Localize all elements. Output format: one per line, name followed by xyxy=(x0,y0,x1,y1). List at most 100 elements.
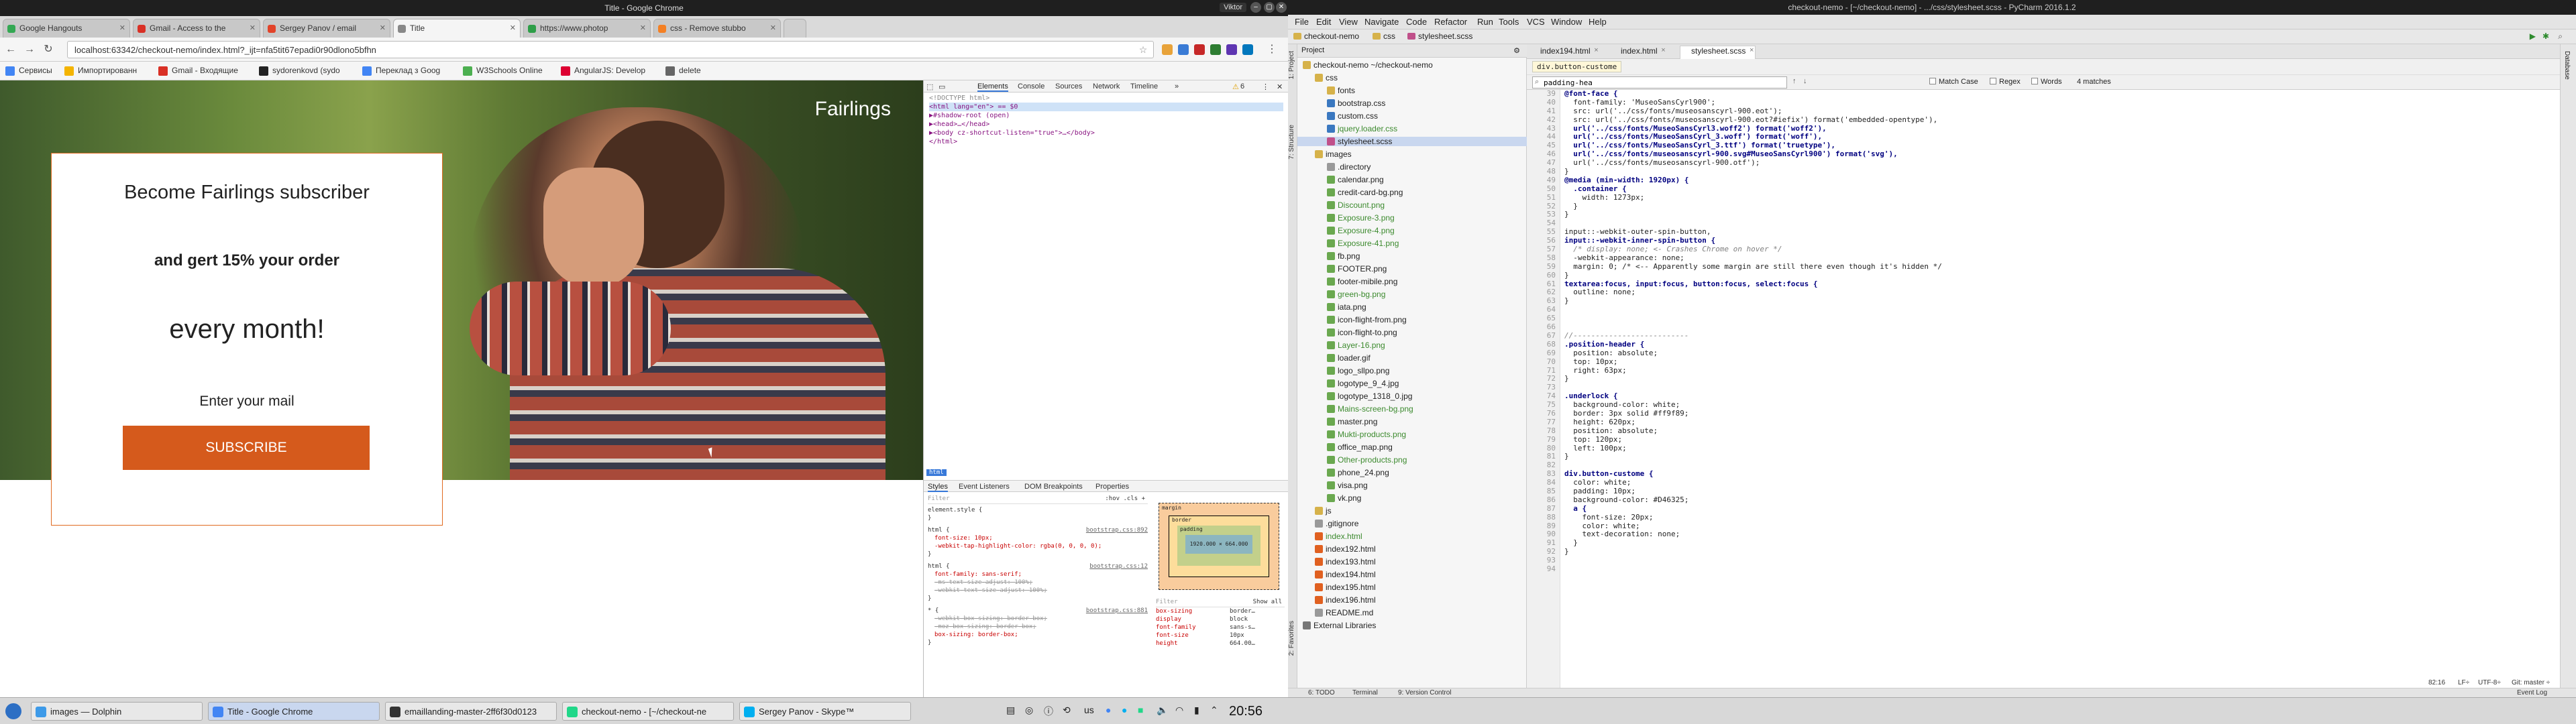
find-input[interactable] xyxy=(1532,76,1787,88)
project-tree-item[interactable]: logotype_1318_0.jpg xyxy=(1297,391,1527,401)
updates-icon[interactable]: ⟲ xyxy=(1063,705,1071,716)
bookmark-item[interactable]: Gmail - Входящие xyxy=(158,66,238,76)
event-log-tool-tab[interactable]: Event Log xyxy=(2517,689,2547,697)
keyboard-layout[interactable]: us xyxy=(1084,705,1094,715)
project-tree-item[interactable]: Other-products.png xyxy=(1297,455,1527,465)
bookmark-item[interactable]: W3Schools Online xyxy=(463,66,543,76)
taskbar-task[interactable]: emaillanding-master-2ff6f30d0123 xyxy=(385,702,557,721)
css-declaration[interactable]: box-sizing: border-box; xyxy=(928,631,1148,639)
code-line[interactable]: background-color: #D46325; xyxy=(1564,495,2557,505)
code-line[interactable]: } xyxy=(1564,452,2557,461)
project-tree-item[interactable]: green-bg.png xyxy=(1297,290,1527,299)
code-line[interactable] xyxy=(1564,565,2557,574)
extension-icon[interactable] xyxy=(1242,44,1253,55)
css-rule[interactable]: bootstrap.css:12 html {font-family: sans-… xyxy=(928,562,1148,603)
code-line[interactable]: font-family: 'MuseoSansCyrl900'; xyxy=(1564,98,2557,107)
info-icon[interactable]: ⓘ xyxy=(1044,705,1053,718)
project-tree-item[interactable]: Exposure-41.png xyxy=(1297,239,1527,248)
code-line[interactable]: } xyxy=(1564,538,2557,548)
structure-tool-tab[interactable]: 7: Structure xyxy=(1288,125,1295,160)
css-declaration[interactable]: -webkit-text-size-adjust: 100%; xyxy=(928,587,1148,595)
forward-icon[interactable]: → xyxy=(23,43,36,56)
project-tree-item[interactable]: Mains-screen-bg.png xyxy=(1297,404,1527,414)
menu-run[interactable]: Run xyxy=(1477,17,1493,27)
reload-icon[interactable]: ↻ xyxy=(42,43,55,56)
code-line[interactable]: .container { xyxy=(1564,184,2557,194)
mail-label[interactable]: Enter your mail xyxy=(52,394,442,410)
project-tree-item[interactable]: css xyxy=(1297,73,1527,82)
code-line[interactable]: padding: 10px; xyxy=(1564,487,2557,496)
project-tree-item[interactable]: stylesheet.scss xyxy=(1297,137,1527,146)
back-icon[interactable]: ← xyxy=(4,43,17,56)
project-tree-item[interactable]: office_map.png xyxy=(1297,442,1527,452)
project-tree-item[interactable]: calendar.png xyxy=(1297,175,1527,184)
breadcrumb-project[interactable]: checkout-nemo xyxy=(1293,32,1359,41)
chrome-tray-icon[interactable]: ● xyxy=(1106,705,1111,715)
search-everywhere-icon[interactable]: ⌕ xyxy=(2558,32,2563,42)
debug-icon[interactable]: ✱ xyxy=(2542,32,2549,41)
extension-icon[interactable] xyxy=(1210,44,1221,55)
code-line[interactable]: left: 100px; xyxy=(1564,444,2557,453)
code-line[interactable]: @media (min-width: 1920px) { xyxy=(1564,176,2557,185)
clock[interactable]: 20:56 xyxy=(1229,704,1263,719)
menu-file[interactable]: File xyxy=(1295,17,1309,27)
code-line[interactable] xyxy=(1564,306,2557,314)
code-line[interactable] xyxy=(1564,383,2557,392)
bookmark-item[interactable]: delete xyxy=(665,66,701,76)
project-tree-item[interactable]: Layer-16.png xyxy=(1297,341,1527,350)
css-rule[interactable]: bootstrap.css:892 html {font-size: 10px; -… xyxy=(928,526,1148,558)
code-line[interactable]: position: absolute; xyxy=(1564,426,2557,436)
taskbar-task[interactable]: images — Dolphin xyxy=(31,702,203,721)
project-tree-item[interactable]: icon-flight-to.png xyxy=(1297,328,1527,337)
computed-property[interactable]: height 664.00… xyxy=(1156,640,1285,648)
warning-icon[interactable]: ⚠ xyxy=(1232,82,1239,91)
computed-filter-input[interactable]: Filter xyxy=(1156,599,1178,605)
dom-line[interactable]: ▶<body cz-shortcut-listen="true">…</body… xyxy=(929,129,1283,137)
menu-navigate[interactable]: Navigate xyxy=(1364,17,1399,27)
code-line[interactable]: outline: none; xyxy=(1564,288,2557,297)
code-line[interactable]: height: 620px; xyxy=(1564,418,2557,427)
project-tree-item[interactable]: master.png xyxy=(1297,417,1527,426)
code-line[interactable]: background-color: white; xyxy=(1564,400,2557,410)
css-declaration[interactable]: -webkit-tap-highlight-color: rgba(0, 0, … xyxy=(928,542,1148,550)
match-case-checkbox[interactable]: Match Case xyxy=(1929,78,1978,86)
code-line[interactable]: } xyxy=(1564,547,2557,556)
browser-tab[interactable]: Sergey Panov / email ✕ xyxy=(263,19,390,38)
tab-close-icon[interactable]: ✕ xyxy=(510,23,516,32)
project-tree-item[interactable]: logo_sllpo.png xyxy=(1297,366,1527,375)
code-line[interactable]: src: url('../css/fonts/museosanscyrl-900… xyxy=(1564,115,2557,125)
address-bar[interactable]: localhost:63342/checkout-nemo/index.html… xyxy=(67,41,1154,58)
menu-help[interactable]: Help xyxy=(1589,17,1607,27)
code-line[interactable]: div.button-custome { xyxy=(1564,469,2557,479)
code-line[interactable]: color: white; xyxy=(1564,522,2557,531)
project-tree-item[interactable]: visa.png xyxy=(1297,481,1527,490)
project-tree-item[interactable]: Discount.png xyxy=(1297,200,1527,210)
tab-close-icon[interactable]: ✕ xyxy=(770,23,776,32)
tab-sources[interactable]: Sources xyxy=(1055,82,1082,90)
project-tree-item[interactable]: README.md xyxy=(1297,608,1527,617)
code-line[interactable]: width: 1273px; xyxy=(1564,193,2557,202)
menu-code[interactable]: Code xyxy=(1406,17,1427,27)
project-tree-item[interactable]: credit-card-bg.png xyxy=(1297,188,1527,197)
tab-styles[interactable]: Styles xyxy=(928,483,948,492)
code-line[interactable]: .underlock { xyxy=(1564,391,2557,401)
project-tree-item[interactable]: FOOTER.png xyxy=(1297,264,1527,274)
css-rule-source-link[interactable]: bootstrap.css:12 xyxy=(1089,562,1148,570)
profile-badge[interactable]: Viktor xyxy=(1220,3,1246,12)
dom-breadcrumb[interactable]: html xyxy=(926,469,947,476)
bookmark-star-icon[interactable]: ☆ xyxy=(1136,43,1150,56)
computed-property[interactable]: display block xyxy=(1156,615,1285,623)
css-rule-source-link[interactable]: bootstrap.css:892 xyxy=(1086,526,1148,534)
battery-icon[interactable]: ▮ xyxy=(1194,705,1199,716)
project-tree-item[interactable]: index192.html xyxy=(1297,544,1527,554)
subscribe-button[interactable]: SUBSCRIBE xyxy=(123,426,370,470)
settings-gear-icon[interactable]: ⚙ xyxy=(1513,46,1520,55)
css-rule-source-link[interactable]: bootstrap.css:881 xyxy=(1086,607,1148,615)
tab-close-icon[interactable]: × xyxy=(1750,46,1754,54)
code-line[interactable]: } xyxy=(1564,296,2557,306)
code-lines[interactable]: @font-face { font-family: 'MuseoSansCyrl… xyxy=(1564,89,2557,574)
tab-close-icon[interactable]: × xyxy=(1661,46,1665,54)
project-tree-item[interactable]: images xyxy=(1297,149,1527,159)
code-line[interactable]: } xyxy=(1564,210,2557,219)
prev-match-icon[interactable]: ↑ xyxy=(1792,77,1796,85)
